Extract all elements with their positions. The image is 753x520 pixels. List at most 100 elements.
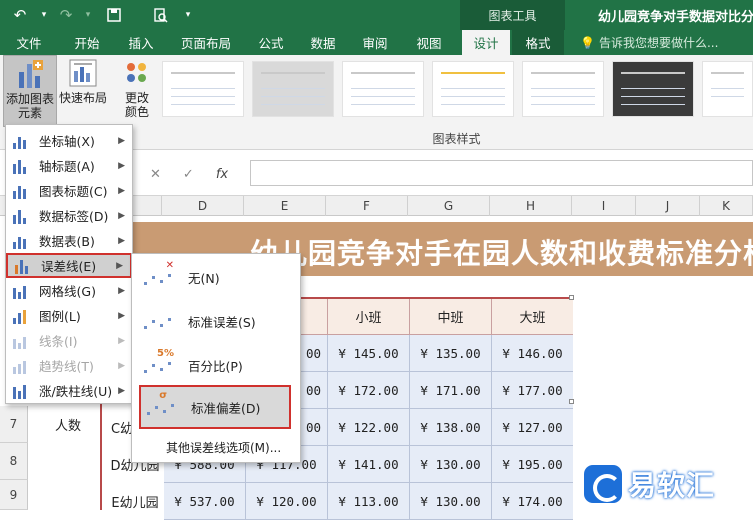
- cancel-icon[interactable]: ✕: [150, 167, 161, 182]
- chevron-right-icon: ▶: [118, 160, 125, 171]
- table-cell[interactable]: ¥ 113.00: [328, 483, 410, 520]
- table-cell[interactable]: ¥ 171.00: [410, 372, 492, 409]
- undo-dropdown-icon[interactable]: ▾: [32, 4, 56, 26]
- chart-tools-label: 图表工具: [460, 0, 565, 30]
- add-chart-element-button[interactable]: 添加图表 元素: [3, 55, 57, 127]
- tab-insert[interactable]: 插入: [118, 30, 164, 55]
- add-chart-element-label-2: 元素: [17, 106, 42, 120]
- menu-item-lines: 线条(I) ▶: [6, 328, 132, 353]
- column-header-g[interactable]: G: [408, 196, 490, 216]
- add-chart-element-label-1: 添加图表: [5, 92, 54, 106]
- customize-qa-icon[interactable]: ▾: [176, 4, 200, 26]
- menu-item-error-bars[interactable]: 误差线(E) ▶: [6, 253, 132, 278]
- chevron-right-icon: ▶: [118, 360, 125, 371]
- table-header-middle[interactable]: 中班: [410, 299, 492, 335]
- error-bars-icon: [15, 258, 33, 274]
- submenu-item-standard-error[interactable]: 标准误差(S): [132, 299, 300, 343]
- chevron-right-icon: ▶: [118, 235, 125, 246]
- print-preview-icon[interactable]: [148, 4, 172, 26]
- menu-item-legend[interactable]: 图例(L) ▶: [6, 303, 132, 328]
- chart-resize-handle[interactable]: [569, 295, 574, 300]
- row-header-8[interactable]: 8: [0, 443, 28, 480]
- tab-formulas[interactable]: 公式: [250, 30, 292, 55]
- menu-item-data-labels[interactable]: 数据标签(D) ▶: [6, 203, 132, 228]
- table-cell[interactable]: ¥ 141.00: [328, 446, 410, 483]
- table-cell[interactable]: ¥ 130.00: [410, 446, 492, 483]
- table-cell[interactable]: ¥ 120.00: [246, 483, 328, 520]
- chart-style-6[interactable]: [612, 61, 694, 117]
- chart-resize-handle[interactable]: [569, 399, 574, 404]
- tell-me-text: 告诉我您想要做什么...: [598, 36, 719, 50]
- change-colors-label-1: 更改: [124, 91, 149, 105]
- chart-styles-group-label: 图表样式: [432, 132, 481, 146]
- add-chart-element-menu: 坐标轴(X) ▶ 轴标题(A) ▶ 图表标题(C) ▶ 数据标签(D) ▶ 数据表(B)…: [5, 124, 133, 404]
- row-header-7[interactable]: 7: [0, 406, 28, 443]
- logo-badge-icon: [584, 465, 622, 503]
- table-row-name[interactable]: E幼儿园: [106, 483, 164, 520]
- chevron-right-icon: ▶: [118, 135, 125, 146]
- table-cell[interactable]: ¥ 122.00: [328, 409, 410, 446]
- table-cell[interactable]: ¥ 146.00: [492, 335, 573, 372]
- tab-format[interactable]: 格式: [512, 30, 564, 55]
- column-header-f[interactable]: F: [326, 196, 408, 216]
- menu-item-chart-title[interactable]: 图表标题(C) ▶: [6, 178, 132, 203]
- change-colors-button[interactable]: 更改 颜色: [116, 55, 158, 127]
- undo-icon[interactable]: ↶: [8, 4, 32, 26]
- tab-design[interactable]: 设计: [462, 30, 510, 55]
- submenu-item-none[interactable]: ✕ 无(N): [132, 255, 300, 299]
- submenu-item-percentage[interactable]: 5% 百分比(P): [132, 343, 300, 387]
- tab-review[interactable]: 审阅: [354, 30, 396, 55]
- data-labels-icon: [13, 208, 31, 224]
- redo-dropdown-icon: ▾: [85, 10, 91, 20]
- table-cell[interactable]: ¥ 195.00: [492, 446, 573, 483]
- trendline-icon: [13, 358, 31, 374]
- menu-item-axes[interactable]: 坐标轴(X) ▶: [6, 128, 132, 153]
- formula-input[interactable]: [250, 160, 753, 186]
- column-header-e[interactable]: E: [244, 196, 326, 216]
- tab-page-layout[interactable]: 页面布局: [174, 30, 238, 55]
- table-cell[interactable]: ¥ 177.00: [492, 372, 573, 409]
- save-icon[interactable]: [102, 4, 126, 26]
- column-header-h[interactable]: H: [490, 196, 572, 216]
- document-title: 幼儿园竞争对手数据对比分析: [598, 10, 753, 25]
- chart-style-2[interactable]: [252, 61, 334, 117]
- tab-home[interactable]: 开始: [62, 30, 112, 55]
- table-cell[interactable]: ¥ 135.00: [410, 335, 492, 372]
- chevron-right-icon: ▶: [118, 310, 125, 321]
- menu-item-axis-titles[interactable]: 轴标题(A) ▶: [6, 153, 132, 178]
- table-cell[interactable]: ¥ 174.00: [492, 483, 573, 520]
- table-cell[interactable]: ¥ 172.00: [328, 372, 410, 409]
- column-header-d[interactable]: D: [162, 196, 244, 216]
- chevron-right-icon: ▶: [118, 185, 125, 196]
- tab-file[interactable]: 文件: [6, 30, 52, 55]
- fx-icon[interactable]: fx: [216, 167, 228, 182]
- chevron-right-icon: ▶: [118, 210, 125, 221]
- chart-style-7[interactable]: [702, 61, 753, 117]
- table-cell[interactable]: ¥ 145.00: [328, 335, 410, 372]
- table-cell[interactable]: ¥ 537.00: [164, 483, 246, 520]
- column-header-j[interactable]: J: [636, 196, 700, 216]
- table-cell[interactable]: ¥ 130.00: [410, 483, 492, 520]
- tab-data[interactable]: 数据: [302, 30, 344, 55]
- data-table-icon: [13, 233, 31, 249]
- submenu-item-standard-deviation[interactable]: σ 标准偏差(D): [139, 385, 291, 429]
- table-header-large[interactable]: 大班: [492, 299, 573, 335]
- tell-me-box[interactable]: 💡 告诉我您想要做什么...: [580, 30, 718, 55]
- chart-style-4[interactable]: [432, 61, 514, 117]
- tab-view[interactable]: 视图: [406, 30, 452, 55]
- quick-layout-button[interactable]: 快速布局: [58, 55, 108, 127]
- menu-item-gridlines[interactable]: 网格线(G) ▶: [6, 278, 132, 303]
- table-cell[interactable]: ¥ 127.00: [492, 409, 573, 446]
- table-header-small[interactable]: 小班: [328, 299, 410, 335]
- column-header-k[interactable]: K: [700, 196, 753, 216]
- row-header-9[interactable]: 9: [0, 480, 28, 510]
- more-error-bar-options[interactable]: 其他误差线选项(M)...: [166, 439, 281, 456]
- table-cell[interactable]: ¥ 138.00: [410, 409, 492, 446]
- menu-item-up-down-bars[interactable]: 涨/跌柱线(U) ▶: [6, 378, 132, 403]
- chart-style-1[interactable]: [162, 61, 244, 117]
- menu-item-data-table[interactable]: 数据表(B) ▶: [6, 228, 132, 253]
- chart-style-3[interactable]: [342, 61, 424, 117]
- enter-icon[interactable]: ✓: [183, 167, 194, 182]
- chart-style-5[interactable]: [522, 61, 604, 117]
- column-header-i[interactable]: I: [572, 196, 636, 216]
